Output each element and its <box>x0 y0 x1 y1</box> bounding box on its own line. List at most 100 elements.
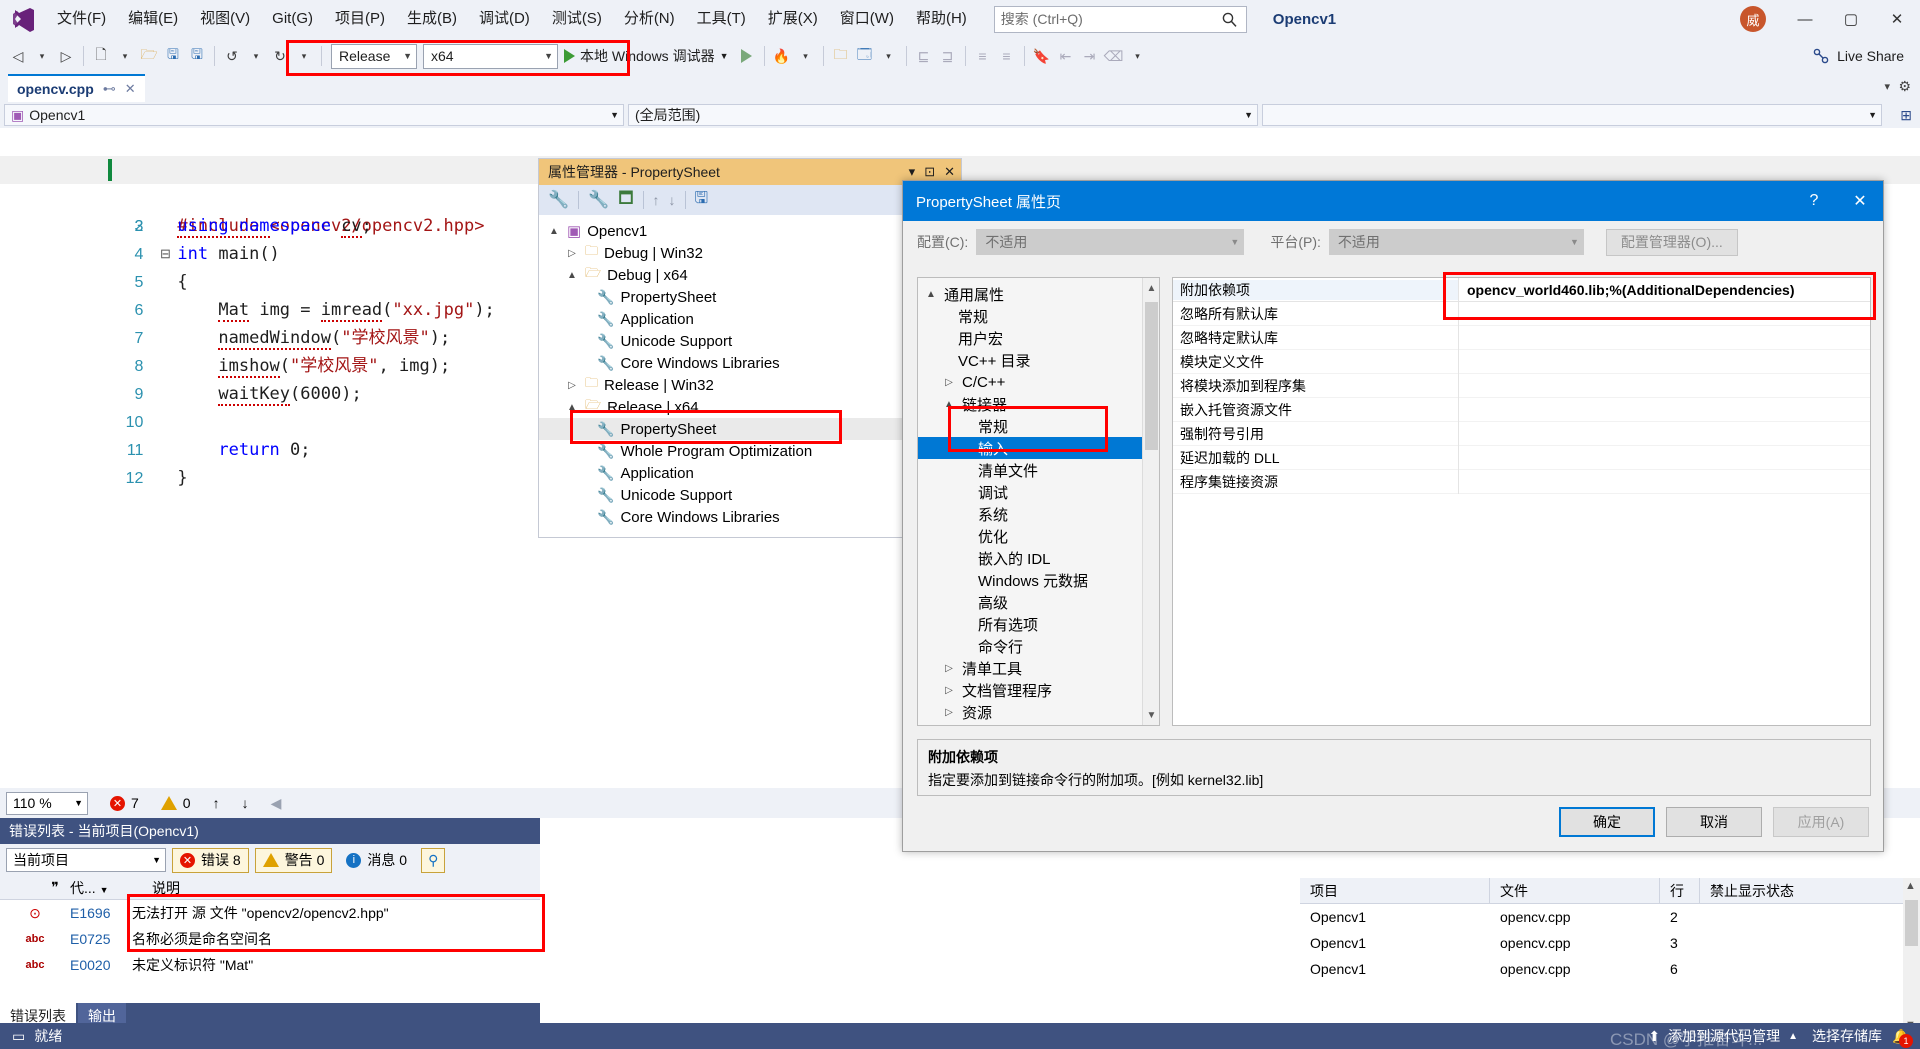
start-without-debugging-icon[interactable] <box>735 43 759 69</box>
navigate-back-icon[interactable]: ◁ <box>6 43 30 69</box>
cancel-button[interactable]: 取消 <box>1666 807 1762 837</box>
tree-node-core-windows-libraries-release[interactable]: 🔧 Core Windows Libraries <box>539 506 961 528</box>
tab-overflow-icon[interactable]: ▾ <box>1884 80 1890 93</box>
property-category-tree[interactable]: ▲ 通用属性 常规 用户宏 VC++ 目录 ▷ C/C++ ▲ 链接器 常规 输… <box>917 277 1160 726</box>
property-row[interactable]: 强制符号引用 <box>1173 421 1870 446</box>
menu-git[interactable]: Git(G) <box>261 0 324 38</box>
warnings-filter-button[interactable]: 警告 0 <box>254 847 333 873</box>
category-user-macros[interactable]: 用户宏 <box>918 327 1159 349</box>
category-linker-system[interactable]: 系统 <box>918 503 1159 525</box>
tree-scrollbar[interactable]: ▲ ▼ <box>1142 278 1159 725</box>
tree-node-application-debug[interactable]: 🔧 Application <box>539 308 961 330</box>
close-icon[interactable]: ✕ <box>125 81 136 97</box>
toolbar-overflow-icon[interactable]: ▾ <box>1126 43 1150 69</box>
category-midl[interactable]: ▷ MIDL <box>918 723 1159 725</box>
save-icon[interactable]: 🖫 <box>161 43 185 69</box>
close-icon[interactable]: ✕ <box>944 164 955 180</box>
property-row[interactable]: 将模块添加到程序集 <box>1173 373 1870 398</box>
build-intellisense-filter-button[interactable]: ⚲ <box>421 847 446 873</box>
error-row[interactable]: abc E0725 名称必须是命名空间名 <box>0 926 540 952</box>
pin-icon[interactable]: ⊡ <box>924 164 935 180</box>
twisty-expanded-icon[interactable]: ▲ <box>942 399 956 410</box>
collapse-button[interactable]: ◀ <box>271 795 282 812</box>
property-row[interactable]: 模块定义文件 <box>1173 349 1870 374</box>
notifications-button[interactable]: 🔔 1 <box>1890 1025 1913 1048</box>
chevron-up-icon[interactable]: ▲ <box>1788 1031 1798 1042</box>
property-manager-tree[interactable]: ▲ ▣ Opencv1 ▷ 🗀 Debug | Win32 ▲ 🗁 Debug … <box>539 215 961 537</box>
next-issue-button[interactable]: ↓ <box>242 795 249 811</box>
category-c-cpp[interactable]: ▷ C/C++ <box>918 371 1159 393</box>
category-resources[interactable]: ▷ 资源 <box>918 701 1159 723</box>
hot-reload-icon[interactable]: 🔥 <box>770 43 794 69</box>
tree-node-opencv1[interactable]: ▲ ▣ Opencv1 <box>539 220 961 242</box>
avatar[interactable]: 威 <box>1740 6 1766 32</box>
property-row[interactable]: 嵌入托管资源文件 <box>1173 397 1870 422</box>
category-linker-general[interactable]: 常规 <box>918 415 1159 437</box>
new-project-dropdown-icon[interactable]: ▾ <box>113 43 137 69</box>
property-value[interactable] <box>1458 469 1870 494</box>
help-button[interactable]: ? <box>1791 181 1837 221</box>
error-row[interactable]: ⊙ E1696 无法打开 源 文件 "opencv2/opencv2.hpp" <box>0 900 540 926</box>
tree-node-release-x64[interactable]: ▲ 🗁 Release | x64 <box>539 396 961 418</box>
tree-node-propertysheet-release[interactable]: 🔧 PropertySheet <box>539 418 961 440</box>
editor-warning-count[interactable]: 0 <box>160 795 191 811</box>
toggle-bookmark-icon[interactable]: 🔖 <box>1030 43 1054 69</box>
tree-node-unicode-support-release[interactable]: 🔧 Unicode Support <box>539 484 961 506</box>
property-row[interactable]: 延迟加载的 DLL <box>1173 445 1870 470</box>
split-editor-icon[interactable]: ⊞ <box>1900 107 1912 124</box>
property-value[interactable] <box>1458 349 1870 374</box>
tree-node-propertysheet-debug[interactable]: 🔧 PropertySheet <box>539 286 961 308</box>
error-grid-row[interactable]: Opencv1 opencv.cpp 6 <box>1300 956 1920 982</box>
tree-node-debug-x64[interactable]: ▲ 🗁 Debug | x64 <box>539 264 961 286</box>
tab-opencv-cpp[interactable]: opencv.cpp ⊷ ✕ <box>8 74 145 102</box>
scroll-up-icon[interactable]: ▲ <box>1143 278 1159 298</box>
window-layout-icon[interactable]: 🗔 <box>853 43 877 69</box>
ok-button[interactable]: 确定 <box>1559 807 1655 837</box>
category-general[interactable]: 常规 <box>918 305 1159 327</box>
category-common-properties[interactable]: ▲ 通用属性 <box>918 283 1159 305</box>
chevron-down-icon[interactable]: ▾ <box>909 164 916 180</box>
redo-dropdown-icon[interactable]: ▾ <box>292 43 316 69</box>
column-file[interactable]: 文件 <box>1490 877 1660 904</box>
property-value[interactable] <box>1458 325 1870 350</box>
property-value[interactable] <box>1458 373 1870 398</box>
column-code[interactable]: 代... ▼ <box>70 878 152 898</box>
prev-issue-button[interactable]: ↑ <box>213 795 220 811</box>
menu-file[interactable]: 文件(F) <box>46 0 117 38</box>
search-input[interactable]: 搜索 (Ctrl+Q) <box>993 5 1247 33</box>
redo-icon[interactable]: ↻ <box>268 43 292 69</box>
twisty-collapsed-icon[interactable]: ▷ <box>942 707 956 718</box>
column-description[interactable]: 说明 <box>152 878 180 898</box>
configuration-dropdown[interactable]: 不适用 ▼ <box>976 229 1245 255</box>
solution-configuration-dropdown[interactable]: Release ▼ <box>331 43 417 69</box>
category-xml-document-generator[interactable]: ▷ 文档管理程序 <box>918 679 1159 701</box>
navigate-forward-icon[interactable]: ▷ <box>54 43 78 69</box>
scrollbar-thumb[interactable] <box>1905 900 1918 946</box>
navigate-back-dropdown-icon[interactable]: ▾ <box>30 43 54 69</box>
twisty-collapsed-icon[interactable]: ▷ <box>565 248 579 259</box>
errors-filter-button[interactable]: ✕ 错误 8 <box>172 847 249 873</box>
tree-node-application-release[interactable]: 🔧 Application <box>539 462 961 484</box>
start-debug-button[interactable]: 本地 Windows 调试器 ▼ <box>558 46 735 66</box>
save-icon[interactable]: 🖫 <box>695 187 709 214</box>
menu-debug[interactable]: 调试(D) <box>468 0 541 38</box>
solution-platform-dropdown[interactable]: x64 ▼ <box>423 43 558 69</box>
property-row[interactable]: 程序集链接资源 <box>1173 469 1870 494</box>
property-row[interactable]: 忽略特定默认库 <box>1173 325 1870 350</box>
twisty-collapsed-icon[interactable]: ▷ <box>942 663 956 674</box>
twisty-expanded-icon[interactable]: ▲ <box>565 402 579 413</box>
category-linker-debugging[interactable]: 调试 <box>918 481 1159 503</box>
minimize-button[interactable]: — <box>1782 0 1828 38</box>
scroll-down-icon[interactable]: ▼ <box>1143 705 1159 725</box>
menu-view[interactable]: 视图(V) <box>189 0 261 38</box>
undo-icon[interactable]: ↺ <box>220 43 244 69</box>
column-suppression-state[interactable]: 禁止显示状态 <box>1700 878 1900 904</box>
close-button[interactable]: ✕ <box>1874 0 1920 38</box>
menu-window[interactable]: 窗口(W) <box>829 0 905 38</box>
menu-tools[interactable]: 工具(T) <box>686 0 757 38</box>
twisty-expanded-icon[interactable]: ▲ <box>924 289 938 300</box>
category-linker[interactable]: ▲ 链接器 <box>918 393 1159 415</box>
menu-analyze[interactable]: 分析(N) <box>613 0 686 38</box>
zoom-level-dropdown[interactable]: 110 % ▼ <box>6 791 88 815</box>
menu-build[interactable]: 生成(B) <box>396 0 468 38</box>
